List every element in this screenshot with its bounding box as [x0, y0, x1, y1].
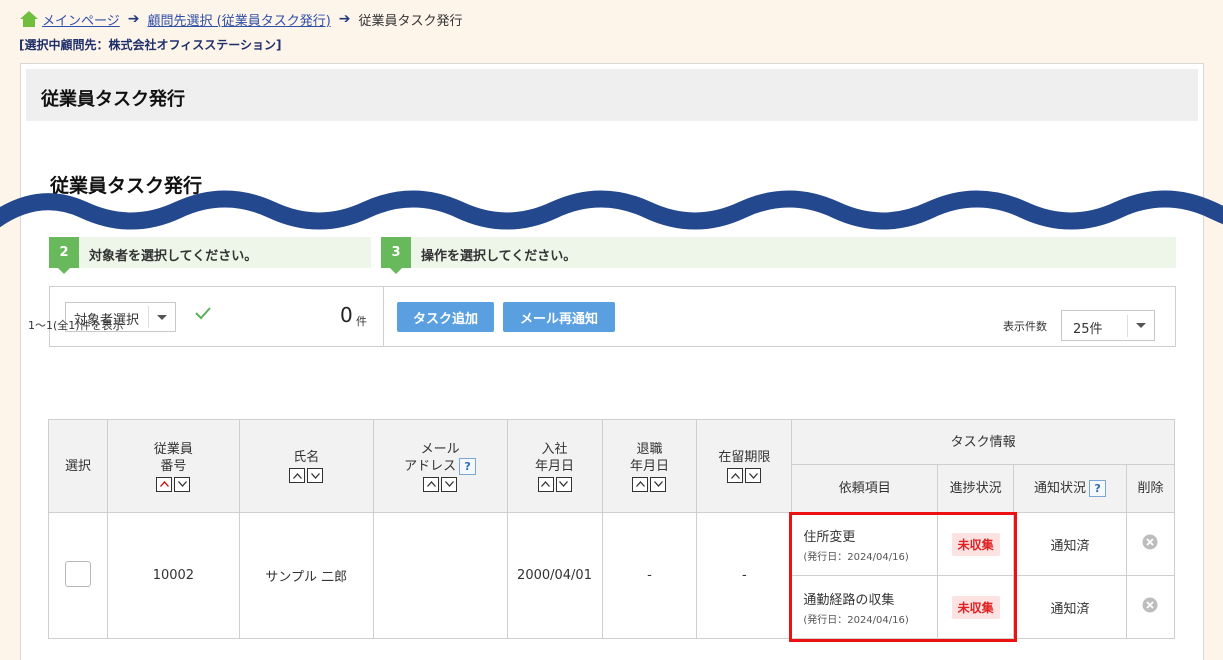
task-progress-cell: 未収集	[937, 575, 1015, 639]
chevron-up-icon	[292, 472, 302, 479]
employee-task-table: 選択 従業員 番号 氏名 メール アドレス? 入社 年月日 退職 年月日 在留期…	[48, 419, 1176, 639]
home-icon	[20, 11, 38, 27]
help-icon[interactable]: ?	[1089, 480, 1107, 497]
task-item-name: 通勤経路の収集	[803, 592, 895, 608]
header-notify-status: 通知状況?	[1013, 464, 1127, 513]
row-checkbox[interactable]	[64, 560, 91, 587]
breadcrumb: メインページ ➔ 顧問先選択 (従業員タスク発行) ➔ 従業員タスク発行	[19, 9, 463, 29]
per-page-value: 25件	[1073, 322, 1103, 337]
task-issue-date: (発行日：2024/04/16)	[803, 614, 909, 626]
add-task-button[interactable]: タスク追加	[397, 302, 494, 332]
table-row: 10002 サンプル 二郎 2000/04/01 - - 住所変更 (発行日：2…	[48, 512, 1176, 639]
header-residence-limit: 在留期限	[696, 419, 793, 513]
task-progress-cell: 未収集	[937, 512, 1015, 576]
header-delete: 削除	[1125, 464, 1176, 513]
header-request-item: 依頼項目	[791, 464, 939, 513]
header-employee-number: 従業員 番号	[106, 419, 240, 513]
chevron-down-icon	[748, 472, 758, 479]
sort-asc-button[interactable]	[289, 468, 306, 483]
sort-desc-button[interactable]	[650, 476, 667, 492]
task-item-name: 住所変更	[803, 529, 856, 545]
employee-number-cell: 10002	[106, 512, 240, 639]
step-2-label: 対象者を選択してください。	[89, 249, 258, 264]
step-3-bar: 3 操作を選択してください。	[381, 237, 1176, 274]
chevron-up-icon	[541, 481, 551, 487]
chevron-up-icon	[426, 481, 436, 487]
chevron-down-icon	[444, 481, 454, 487]
sort-asc-button[interactable]	[727, 468, 744, 483]
sort-desc-button[interactable]	[745, 468, 762, 483]
resend-mail-button[interactable]: メール再通知	[503, 302, 615, 332]
breadcrumb-client-select-link[interactable]: 顧問先選択 (従業員タスク発行)	[147, 10, 330, 29]
sort-asc-button[interactable]	[156, 476, 173, 492]
select-cell	[48, 512, 108, 639]
sort-asc-button[interactable]	[537, 476, 554, 492]
status-badge: 未収集	[951, 532, 1000, 556]
operation-row: 対象者選択 0 件 タスク追加 メール再通知	[49, 286, 1176, 347]
task-request-cell: 通勤経路の収集 (発行日：2024/04/16)	[791, 575, 939, 639]
task-request-cell: 住所変更 (発行日：2024/04/16)	[791, 512, 939, 576]
delete-icon[interactable]	[1142, 597, 1158, 613]
section-title: 従業員タスク発行	[50, 175, 203, 197]
residence-limit-cell: -	[696, 512, 793, 639]
task-delete-cell	[1125, 575, 1176, 639]
step-2-number: 2	[49, 237, 79, 274]
sort-asc-button[interactable]	[632, 476, 649, 492]
task-issue-date: (発行日：2024/04/16)	[803, 551, 909, 563]
chevron-down-icon	[1136, 323, 1146, 328]
task-notify-cell: 通知済	[1013, 512, 1127, 576]
help-icon[interactable]: ?	[459, 457, 477, 475]
arrow-right-icon: ➔	[127, 11, 140, 27]
selected-count: 0	[340, 303, 353, 327]
panel-header: 従業員タスク発行	[26, 69, 1198, 121]
sort-asc-button[interactable]	[423, 476, 440, 492]
breadcrumb-home-link[interactable]: メインページ	[42, 10, 120, 29]
sort-desc-button[interactable]	[307, 468, 324, 483]
per-page-select[interactable]: 25件	[1061, 310, 1155, 341]
task-delete-cell	[1125, 512, 1176, 576]
per-page-label: 表示件数	[1003, 320, 1047, 333]
sort-desc-button[interactable]	[555, 476, 572, 492]
selected-client-label: [選択中顧問先：株式会社オフィスステーション]	[19, 38, 282, 52]
step-2-bar: 2 対象者を選択してください。	[49, 237, 371, 274]
chevron-up-icon	[159, 481, 169, 487]
header-select: 選択	[48, 419, 108, 513]
header-name: 氏名	[238, 419, 374, 513]
step-3-label: 操作を選択してください。	[421, 249, 577, 264]
chevron-down-icon	[653, 481, 663, 487]
header-mail-address: メール アドレス?	[372, 419, 508, 513]
status-badge: 未収集	[951, 595, 1000, 619]
header-progress: 進捗状況	[937, 464, 1015, 513]
selected-count-unit: 件	[356, 315, 367, 328]
chevron-up-icon	[730, 472, 740, 479]
result-count-text: 1～1(全1)件を表示	[28, 319, 124, 332]
chevron-down-icon	[310, 472, 320, 479]
mail-address-cell	[372, 512, 508, 639]
step-3-number: 3	[381, 237, 411, 274]
header-retire-date: 退職 年月日	[601, 419, 698, 513]
sort-desc-button[interactable]	[441, 476, 458, 492]
checkmark-icon	[195, 307, 211, 320]
delete-icon[interactable]	[1142, 534, 1158, 550]
chevron-down-icon	[177, 481, 187, 487]
page-title: 従業員タスク発行	[41, 89, 185, 110]
employee-name-cell: サンプル 二郎	[238, 512, 374, 639]
join-date-cell: 2000/04/01	[506, 512, 603, 639]
header-join-date: 入社 年月日	[506, 419, 603, 513]
chevron-up-icon	[635, 481, 645, 487]
retire-date-cell: -	[601, 512, 698, 639]
sort-desc-button[interactable]	[174, 476, 191, 492]
header-task-info: タスク情報	[791, 419, 1175, 465]
chevron-down-icon	[157, 315, 167, 320]
breadcrumb-current: 従業員タスク発行	[358, 13, 463, 29]
chevron-down-icon	[559, 481, 569, 487]
arrow-right-icon: ➔	[338, 11, 351, 27]
task-notify-cell: 通知済	[1013, 575, 1127, 639]
